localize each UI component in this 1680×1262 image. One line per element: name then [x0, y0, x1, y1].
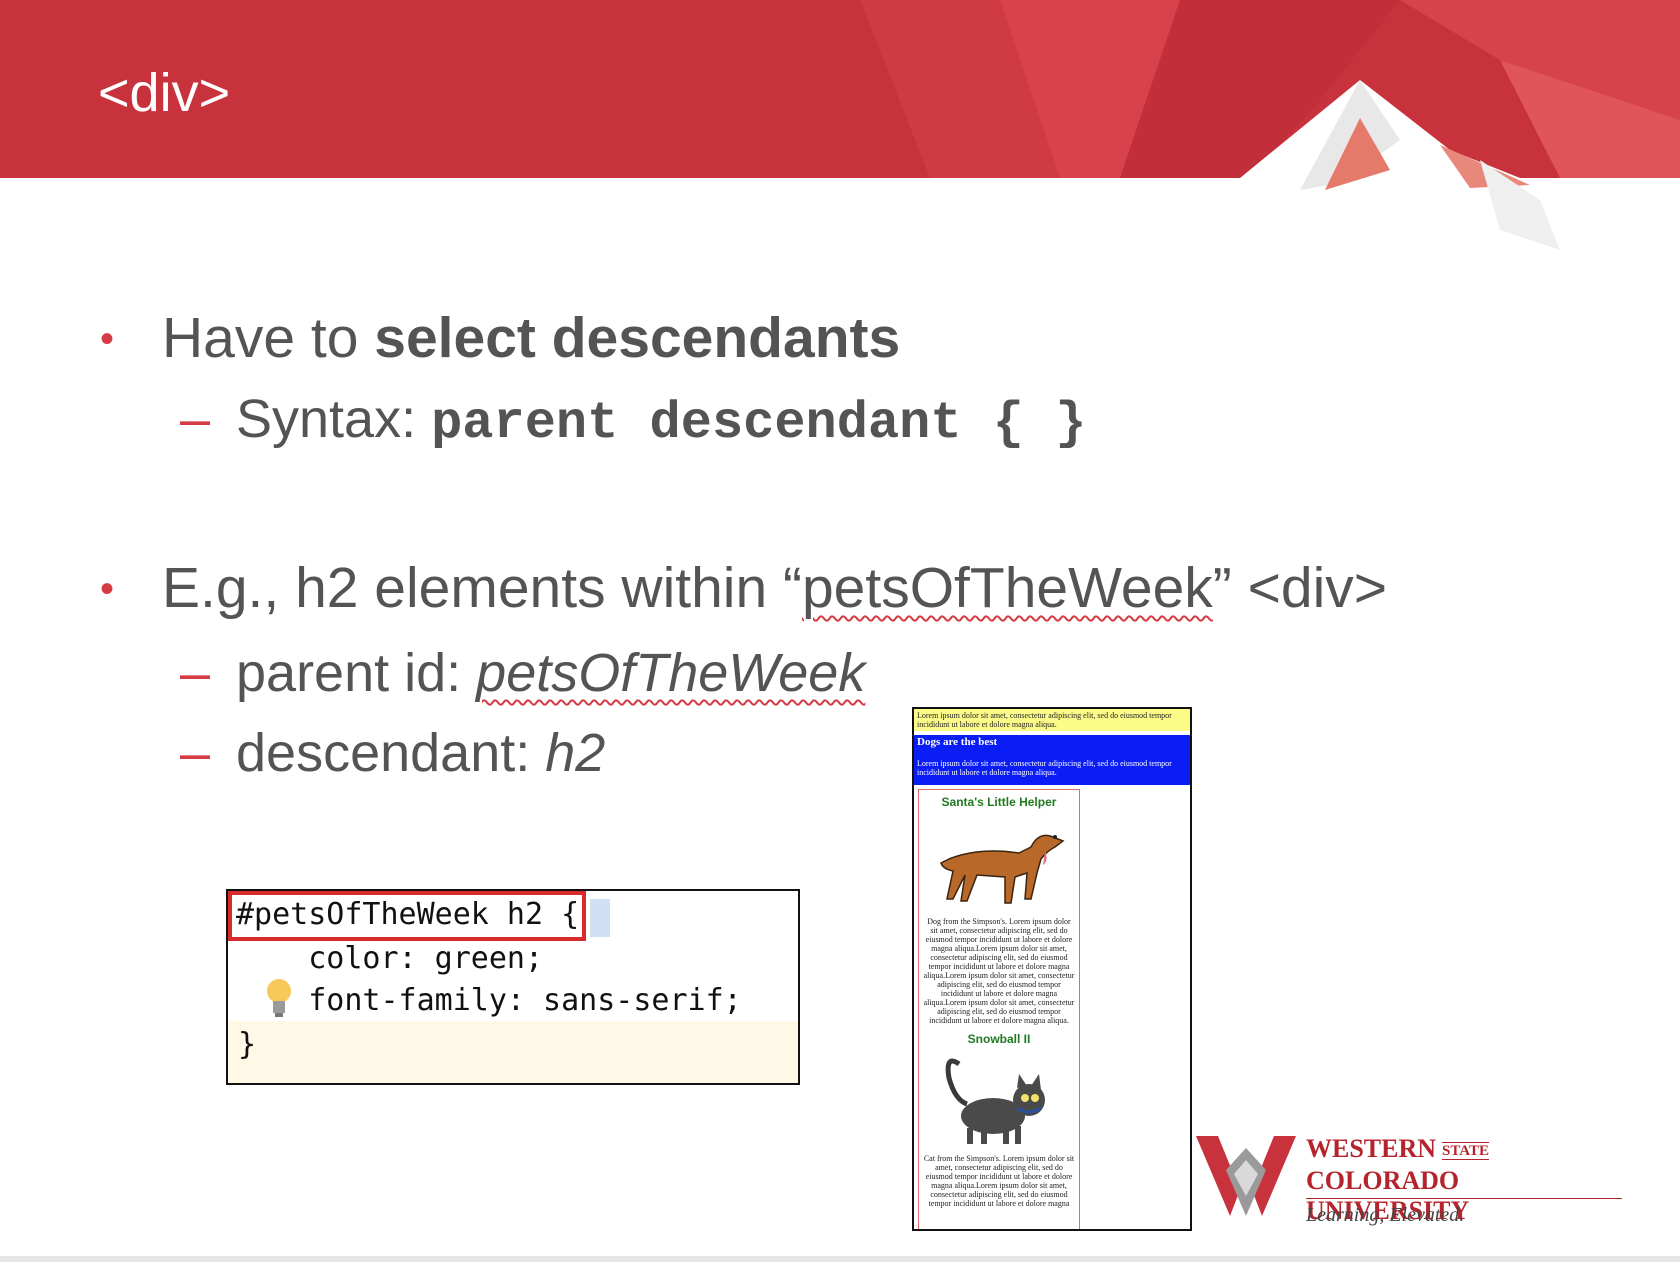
blue-text: Lorem ipsum dolor sit amet, consectetur …: [917, 759, 1172, 777]
blue-section: Dogs are the best Lorem ipsum dolor sit …: [914, 735, 1190, 785]
pet1-heading: Santa's Little Helper: [941, 795, 1057, 809]
blue-heading: Dogs are the best: [917, 736, 998, 748]
logo-line-western: WESTERN STATE: [1306, 1134, 1490, 1163]
dog-image: [940, 834, 1065, 904]
logo-tagline: Learning, Elevated.: [1306, 1204, 1465, 1226]
code-line-color: color: green;: [236, 941, 544, 976]
pet2-heading: Snowball II: [967, 1032, 1031, 1046]
wsc-w-logo-icon: [1196, 1136, 1296, 1216]
sub-bullet-text: parent id: petsOfTheWeek: [236, 643, 866, 703]
brace-match-highlight: [590, 899, 610, 937]
current-line-highlight: [228, 1021, 798, 1083]
pet1-text: Dog from the Simpson's. Lorem ipsum dolo…: [923, 917, 1075, 1025]
lightbulb-icon: [267, 979, 291, 1017]
bullet-text: Have to select descendants: [162, 306, 901, 370]
cat-image: [945, 1058, 1045, 1144]
university-logo: WESTERN STATE COLORADO UNIVERSITY Learnin…: [1196, 1130, 1626, 1230]
header-banner: [0, 0, 1680, 250]
bullet-text: E.g., h2 elements within “petsOfTheWeek”…: [162, 556, 1388, 620]
sub-bullet-dash: –: [180, 389, 211, 449]
css-code-snippet: #petsOfTheWeek h2 { color: green; font-f…: [226, 889, 800, 1085]
code-line-font-family: font-family: sans-serif;: [236, 983, 742, 1018]
selector-highlight-box: [228, 891, 586, 941]
pet2-text: Cat from the Simpson's. Lorem ipsum dolo…: [923, 1154, 1075, 1208]
slide-bottom-edge: [0, 1256, 1680, 1262]
browser-preview: Lorem ipsum dolor sit amet, consectetur …: [912, 707, 1192, 1231]
sub-bullet-text: descendant: h2: [236, 723, 606, 783]
logo-divider: [1306, 1198, 1622, 1199]
sub-bullet-text: Syntax: parent descendant { }: [236, 389, 1087, 453]
pets-of-the-week-div: Santa's Little Helper Dog from the Simps…: [918, 789, 1080, 1229]
yellow-section: Lorem ipsum dolor sit amet, consectetur …: [914, 709, 1190, 731]
sub-bullet-dash: –: [180, 723, 211, 783]
code-line-close-brace: }: [238, 1027, 257, 1062]
slide-title: <div>: [98, 63, 231, 123]
bullet-dot: •: [100, 317, 115, 361]
bullet-dot: •: [100, 567, 115, 611]
sub-bullet-dash: –: [180, 643, 211, 703]
